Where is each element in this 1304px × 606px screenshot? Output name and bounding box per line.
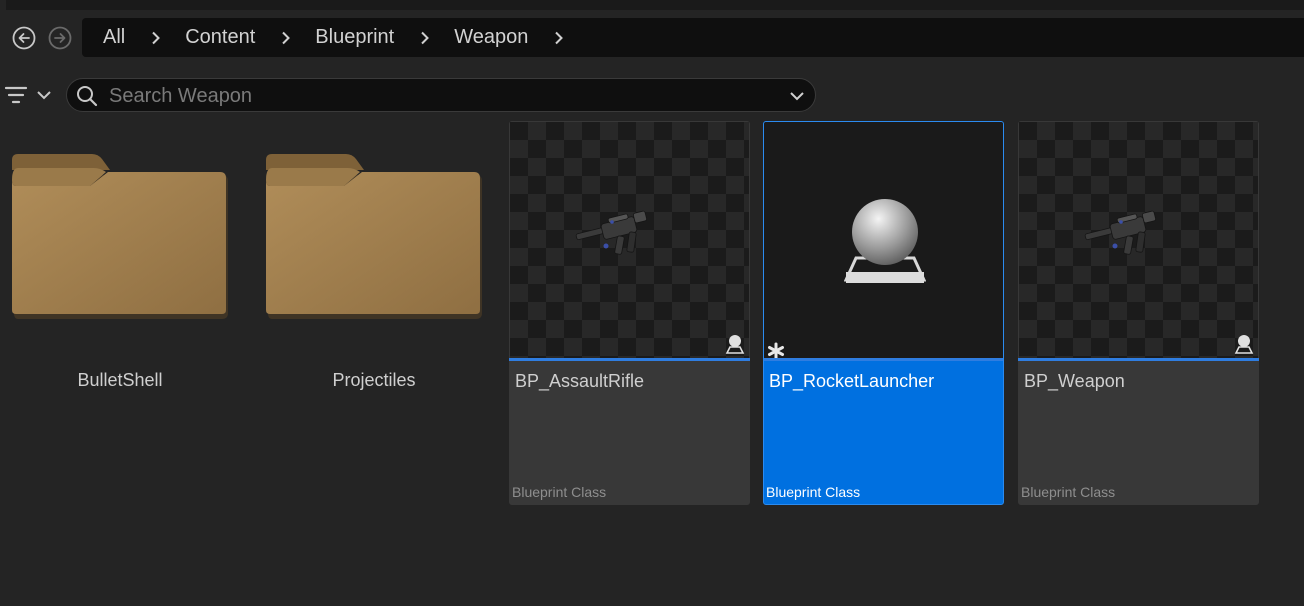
- breadcrumb-blueprint[interactable]: Blueprint: [315, 26, 394, 49]
- breadcrumb-weapon[interactable]: Weapon: [454, 26, 528, 49]
- back-button[interactable]: [12, 26, 36, 50]
- asset-tile-bp-weapon[interactable]: BP_Weapon Blueprint Class: [1018, 121, 1259, 505]
- actor-sphere-badge-icon: [725, 335, 745, 354]
- asset-tile-bp-rocketlauncher[interactable]: BP_RocketLauncher Blueprint Class: [763, 121, 1004, 505]
- search-dropdown-chevron-icon[interactable]: [789, 88, 805, 104]
- folder-label: Projectiles: [332, 370, 416, 390]
- asset-tile-bp-assaultrifle[interactable]: BP_AssaultRifle Blueprint Class: [509, 121, 750, 505]
- asset-thumbnail: [1019, 122, 1258, 358]
- asset-type-bar: [1018, 358, 1259, 361]
- top-strip: [0, 0, 1304, 10]
- search-icon: [77, 86, 98, 107]
- folder-label: BulletShell: [77, 370, 163, 390]
- folder-projectiles[interactable]: Projectiles: [264, 150, 484, 410]
- rifle-icon: [1084, 210, 1157, 255]
- back-circle-arrow-icon: [12, 26, 36, 50]
- search-box: [66, 78, 816, 112]
- breadcrumb: All Content Blueprint Weapon: [82, 18, 1304, 57]
- asset-name: BP_AssaultRifle: [515, 371, 645, 391]
- search-input[interactable]: [107, 81, 771, 111]
- asset-type-bar: [764, 358, 1003, 361]
- rifle-icon: [575, 210, 648, 255]
- forward-button[interactable]: [48, 26, 72, 50]
- filter-button[interactable]: [4, 82, 54, 108]
- chevron-right-icon[interactable]: [279, 31, 293, 45]
- breadcrumb-all[interactable]: All: [103, 26, 125, 49]
- folder-bulletshell[interactable]: BulletShell: [10, 150, 230, 410]
- asset-type-bar: [509, 358, 750, 361]
- asset-name: BP_RocketLauncher: [769, 371, 935, 391]
- folder-icon: [266, 154, 482, 319]
- forward-circle-arrow-icon: [48, 26, 72, 50]
- actor-sphere-badge-icon: [1234, 335, 1254, 354]
- chevron-right-icon[interactable]: [418, 31, 432, 45]
- chevron-right-icon[interactable]: [552, 31, 566, 45]
- chevron-down-icon: [37, 91, 51, 100]
- breadcrumb-content[interactable]: Content: [185, 26, 255, 49]
- asset-type: Blueprint Class: [1021, 484, 1116, 500]
- asset-type: Blueprint Class: [766, 484, 861, 500]
- asset-name: BP_Weapon: [1024, 371, 1125, 391]
- sphere-actor-icon: [844, 199, 926, 283]
- asset-type: Blueprint Class: [512, 484, 607, 500]
- asset-thumbnail: [510, 122, 749, 358]
- chevron-right-icon[interactable]: [149, 31, 163, 45]
- asset-thumbnail: [764, 122, 1003, 358]
- filter-lines-icon: [4, 86, 28, 104]
- folder-icon: [12, 154, 228, 319]
